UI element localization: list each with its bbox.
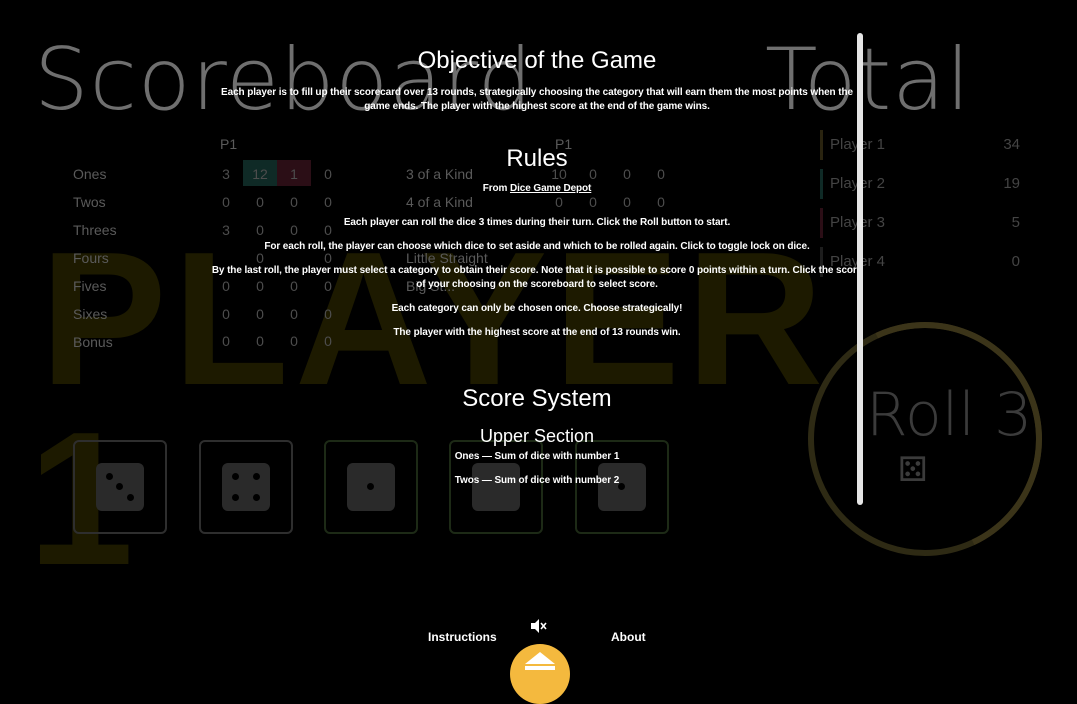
rule-item: By the last roll, the player must select…	[211, 265, 863, 290]
rule-item: The player with the highest score at the…	[393, 327, 681, 338]
rule-item: Each category can only be chosen once. C…	[391, 303, 683, 314]
instructions-link[interactable]: Instructions	[428, 630, 497, 644]
row-label: Fives	[73, 278, 107, 294]
player-score: 5	[1011, 214, 1020, 231]
player-score: 19	[1003, 175, 1020, 192]
roll-button[interactable]: Roll 3	[866, 380, 1032, 450]
rules-from-label: From	[482, 183, 508, 194]
score-system-title: Score System	[462, 385, 612, 412]
objective-title: Objective of the Game	[417, 47, 657, 74]
rule-item: For each roll, the player can choose whi…	[264, 241, 810, 252]
die-face	[96, 463, 144, 511]
instructions-panel: Objective of the Game Each player is to …	[210, 40, 864, 488]
row-label: Bonus	[73, 334, 113, 350]
toggle-panel-button[interactable]	[510, 644, 570, 704]
pip	[232, 494, 239, 501]
row-label: Sixes	[73, 306, 108, 322]
pip	[253, 494, 260, 501]
pip	[127, 494, 134, 501]
die-1[interactable]	[73, 440, 167, 534]
mute-icon-graphic	[531, 619, 547, 633]
upper-row-labels: Ones Twos Threes Fours Fives Sixes Bonus	[73, 160, 117, 356]
rule-item: Each player can roll the dice 3 times du…	[343, 217, 731, 228]
row-label: Threes	[73, 222, 117, 238]
eject-icon	[525, 652, 555, 664]
rules-source-line: From Dice Game Depot	[210, 182, 864, 196]
about-link[interactable]: About	[611, 630, 646, 644]
row-label: Fours	[73, 250, 109, 266]
objective-text: Each player is to fill up their scorecar…	[221, 87, 853, 112]
score-item: Ones — Sum of dice with number 1	[454, 451, 620, 462]
row-label: Ones	[73, 166, 107, 182]
player-score: 0	[1011, 253, 1020, 270]
pip	[106, 473, 113, 480]
player-score: 34	[1003, 136, 1020, 153]
row-label: Twos	[73, 194, 106, 210]
dice-icon: ⚄	[898, 451, 928, 489]
pip	[116, 483, 123, 490]
eject-icon-bar	[525, 666, 555, 670]
instructions-scrollbar[interactable]	[857, 33, 863, 505]
score-item: Twos — Sum of dice with number 2	[454, 475, 620, 486]
upper-section-title: Upper Section	[479, 426, 595, 446]
mute-icon[interactable]	[531, 619, 547, 636]
rules-title: Rules	[506, 145, 568, 172]
rules-source-link[interactable]: Dice Game Depot	[510, 183, 591, 194]
